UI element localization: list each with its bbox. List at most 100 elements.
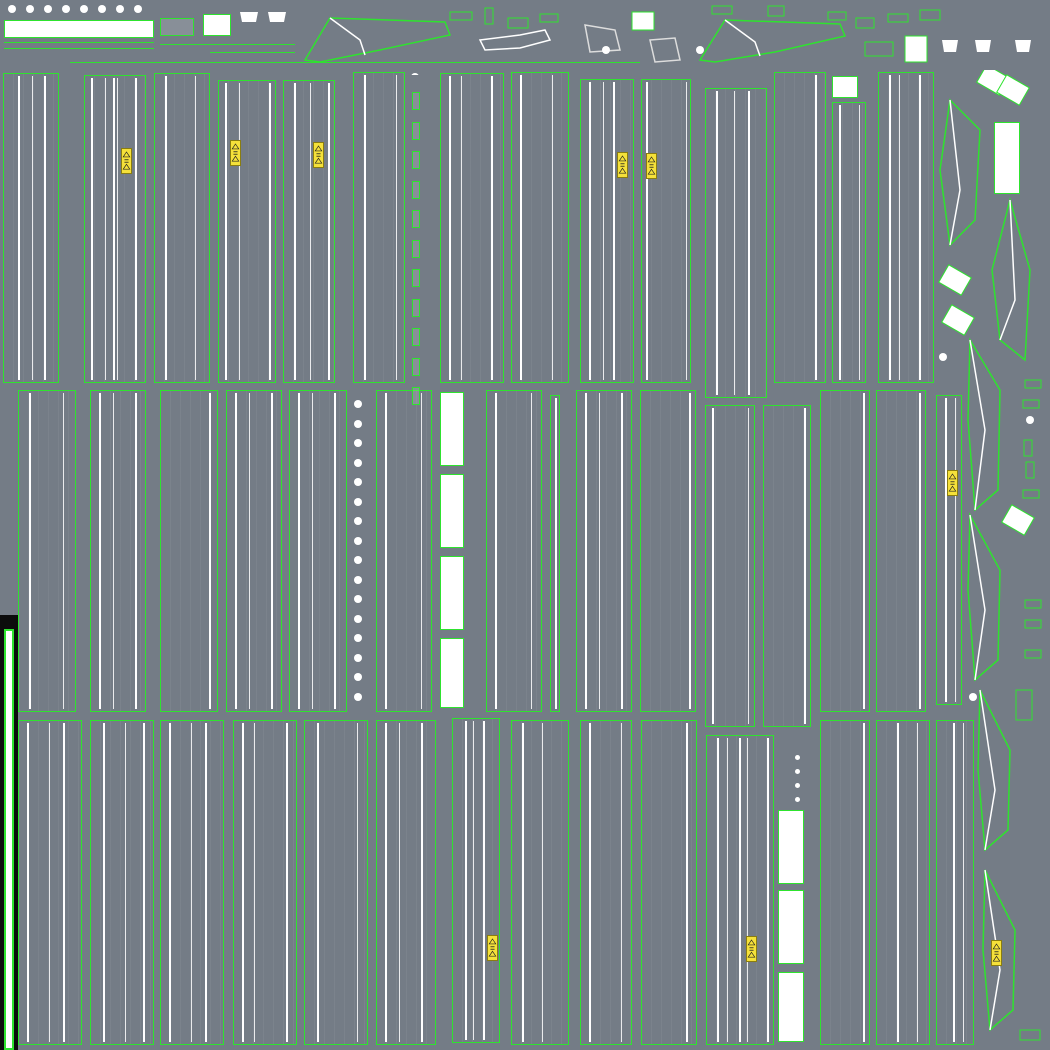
uv-panel xyxy=(90,390,146,712)
panel-seam-line xyxy=(863,723,865,1042)
panel-seam-line xyxy=(599,393,600,709)
panel-seam-line xyxy=(747,738,748,1042)
panel-seam-line xyxy=(689,393,691,709)
uv-panel xyxy=(705,88,767,398)
panel-seam-line xyxy=(899,75,900,380)
uv-panel xyxy=(376,390,432,712)
small-green-rect xyxy=(412,357,420,376)
uv-panel xyxy=(160,720,224,1045)
small-green-rect xyxy=(412,298,420,317)
panel-seam-line xyxy=(209,393,211,709)
warning-label xyxy=(746,936,757,962)
panel-seam-line xyxy=(385,393,387,709)
uv-panel xyxy=(641,720,697,1045)
panel-seam-line xyxy=(44,76,46,380)
uv-panel xyxy=(283,80,335,383)
panel-seam-line xyxy=(117,78,118,380)
panel-seam-line xyxy=(29,393,31,709)
panel-seam-line xyxy=(399,723,400,1042)
panel-seam-line xyxy=(522,723,524,1042)
panel-seam-line xyxy=(165,76,167,380)
top-dot xyxy=(98,5,106,13)
left-edge-bar-inner xyxy=(4,629,14,1050)
uv-panel xyxy=(580,720,632,1045)
panel-seam-line xyxy=(603,82,604,380)
uv-panel xyxy=(774,72,826,383)
panel-seam-line xyxy=(621,723,622,1042)
warning-triangle-icon xyxy=(618,155,627,174)
panel-seam-line xyxy=(385,723,387,1042)
column-dot xyxy=(354,556,362,564)
panel-seam-line xyxy=(27,723,29,1042)
uv-panel xyxy=(763,405,811,727)
panel-seam-line xyxy=(589,82,591,380)
uv-panel xyxy=(289,390,347,712)
uv-panel xyxy=(160,390,218,712)
white-block-c1 xyxy=(832,76,858,98)
panel-seam-line xyxy=(686,723,688,1042)
uv-panel xyxy=(876,720,930,1045)
uv-panel xyxy=(154,73,210,383)
uv-panel xyxy=(878,72,934,383)
top-dot xyxy=(62,5,70,13)
panel-seam-line xyxy=(239,83,240,380)
panel-seam-line xyxy=(191,723,192,1042)
panel-seam-line xyxy=(125,723,126,1042)
warning-label xyxy=(617,152,628,178)
panel-seam-line xyxy=(712,408,714,724)
column-dot xyxy=(795,783,800,788)
column-dot xyxy=(354,439,362,447)
panel-seam-line xyxy=(421,723,423,1042)
white-block-a1 xyxy=(440,392,464,466)
panel-seam-line xyxy=(63,723,65,1042)
column-dot xyxy=(354,419,362,428)
panel-seam-line xyxy=(945,398,947,702)
panel-seam-line xyxy=(748,408,749,724)
uv-panel xyxy=(233,720,297,1045)
panel-seam-line xyxy=(621,393,623,709)
panel-seam-line xyxy=(334,393,336,709)
panel-seam-line xyxy=(271,393,273,709)
warning-label xyxy=(646,153,657,179)
top-dot xyxy=(44,5,52,13)
panel-seam-line xyxy=(919,75,921,380)
top-fragments xyxy=(240,5,1031,75)
panel-seam-line xyxy=(135,393,137,709)
warning-label xyxy=(230,140,241,166)
panel-seam-line xyxy=(963,723,964,1042)
uv-panel xyxy=(511,72,569,383)
warning-triangle-icon xyxy=(122,151,131,170)
uv-panel xyxy=(641,79,691,383)
uv-panel xyxy=(705,405,755,727)
white-block-b3 xyxy=(778,972,804,1042)
column-dot xyxy=(354,536,362,545)
small-green-rect xyxy=(412,269,420,287)
column-dot xyxy=(795,769,800,774)
panel-seam-line xyxy=(465,721,467,1040)
panel-seam-line xyxy=(739,738,741,1042)
panel-seam-line xyxy=(483,721,485,1040)
panel-seam-line xyxy=(734,91,735,395)
panel-seam-line xyxy=(727,738,728,1042)
uv-panel xyxy=(580,79,634,383)
warning-label xyxy=(313,142,324,168)
warning-triangle-icon xyxy=(314,145,323,164)
warning-label xyxy=(947,470,958,496)
uv-panel xyxy=(550,395,560,712)
uv-panel xyxy=(876,390,926,712)
uv-panel xyxy=(304,720,368,1045)
uv-panel xyxy=(90,720,154,1045)
panel-seam-line xyxy=(328,83,330,380)
panel-seam-line xyxy=(312,393,313,709)
small-green-rect xyxy=(412,210,420,228)
uv-panel xyxy=(486,390,542,712)
white-block-a2 xyxy=(440,474,464,548)
column-dot xyxy=(354,458,362,467)
uv-panel xyxy=(820,720,870,1045)
panel-seam-line xyxy=(294,83,296,380)
uv-panel xyxy=(452,718,500,1043)
panel-seam-line xyxy=(113,78,115,380)
uv-panel xyxy=(576,390,632,712)
panel-seam-line xyxy=(917,723,918,1042)
column-dot xyxy=(795,797,800,802)
